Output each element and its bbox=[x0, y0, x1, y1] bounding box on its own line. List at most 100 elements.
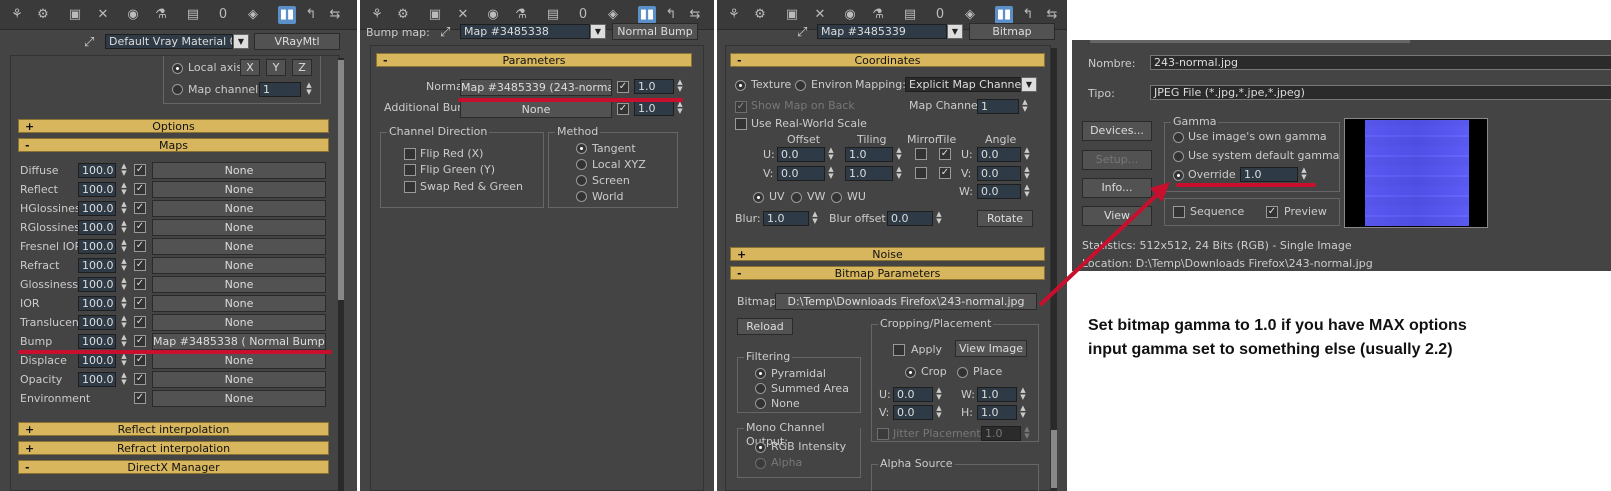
reload-button[interactable]: Reload bbox=[737, 318, 793, 335]
place-radio[interactable] bbox=[957, 367, 968, 378]
scrollbar-thumb[interactable] bbox=[1051, 430, 1057, 488]
map-amount-field[interactable]: 100.0 bbox=[78, 372, 116, 387]
map-name-dropdown[interactable]: ▼ bbox=[590, 24, 606, 39]
map-channel-radio[interactable] bbox=[172, 84, 183, 95]
show-map-on-back-checkbox[interactable]: ✓ bbox=[735, 101, 747, 113]
rgb-intensity-radio[interactable] bbox=[755, 442, 766, 453]
coordinates-rollout[interactable]: - Coordinates bbox=[730, 53, 1045, 67]
view-image-button[interactable]: View Image bbox=[955, 340, 1027, 357]
library-icon[interactable]: ▤ bbox=[901, 6, 919, 24]
axis-x-button[interactable]: X bbox=[240, 59, 260, 76]
map-slot-button[interactable]: None bbox=[152, 238, 326, 255]
map-enable-checkbox[interactable]: ✓ bbox=[134, 297, 146, 309]
unique-icon[interactable]: ⚗ bbox=[512, 6, 530, 24]
material-name-field[interactable]: Default Vray Material 07 bbox=[105, 34, 233, 49]
pick-material-icon[interactable]: ⤢ bbox=[797, 25, 807, 40]
vw-radio[interactable] bbox=[791, 192, 802, 203]
normal-map-button[interactable]: Map #3485339 (243-normal.jpg) bbox=[460, 79, 612, 96]
delete-icon[interactable]: ✕ bbox=[811, 6, 829, 24]
map-amount-field[interactable]: 100.0 bbox=[78, 315, 116, 330]
map-amount-spinner[interactable]: ▲ ▼ bbox=[120, 239, 128, 254]
map-enable-checkbox[interactable]: ✓ bbox=[134, 278, 146, 290]
assign-material-icon[interactable]: ▣ bbox=[426, 6, 444, 24]
go-parent-icon[interactable]: ↰ bbox=[662, 6, 680, 24]
crop-h-spinner[interactable]: ▲ ▼ bbox=[1019, 405, 1027, 420]
local-axis-radio[interactable] bbox=[172, 63, 183, 74]
normal-amount-field[interactable]: 1.0 bbox=[634, 79, 674, 94]
copy-material-icon[interactable]: ◉ bbox=[841, 6, 859, 24]
method-radio[interactable] bbox=[576, 143, 587, 154]
map-amount-spinner[interactable]: ▲ ▼ bbox=[120, 277, 128, 292]
crop-u-field[interactable]: 0.0 bbox=[893, 387, 933, 402]
environ-radio[interactable] bbox=[795, 80, 806, 91]
bitmap-path-button[interactable]: D:\Temp\Downloads Firefox\243-normal.jpg bbox=[775, 293, 1037, 310]
map-enable-checkbox[interactable]: ✓ bbox=[134, 240, 146, 252]
map-slot-button[interactable]: None bbox=[152, 295, 326, 312]
delete-icon[interactable]: ✕ bbox=[454, 6, 472, 24]
map-enable-checkbox[interactable]: ✓ bbox=[134, 335, 146, 347]
maps-rollout[interactable]: - Maps bbox=[18, 138, 329, 152]
u-tiling-field[interactable]: 1.0 bbox=[845, 147, 893, 162]
u-offset-field[interactable]: 0.0 bbox=[777, 147, 825, 162]
library-icon[interactable]: ▤ bbox=[184, 6, 202, 24]
axis-y-button[interactable]: Y bbox=[266, 59, 286, 76]
map-amount-spinner[interactable]: ▲ ▼ bbox=[120, 353, 128, 368]
map-amount-spinner[interactable]: ▲ ▼ bbox=[120, 201, 128, 216]
use-system-gamma-radio[interactable] bbox=[1173, 151, 1184, 162]
override-gamma-field[interactable]: 1.0 bbox=[1240, 167, 1298, 182]
map-slot-button[interactable]: None bbox=[152, 352, 326, 369]
u-tile-checkbox[interactable]: ✓ bbox=[939, 148, 951, 160]
wu-radio[interactable] bbox=[831, 192, 842, 203]
get-material-icon[interactable]: ⚘ bbox=[368, 6, 386, 24]
crop-v-spinner[interactable]: ▲ ▼ bbox=[935, 405, 943, 420]
filter-radio[interactable] bbox=[755, 383, 766, 394]
setup-button[interactable]: Setup... bbox=[1082, 150, 1152, 170]
map-amount-field[interactable]: 100.0 bbox=[78, 163, 116, 178]
map-slot-button[interactable]: None bbox=[152, 371, 326, 388]
map-amount-spinner[interactable]: ▲ ▼ bbox=[120, 163, 128, 178]
copy-material-icon[interactable]: ◉ bbox=[484, 6, 502, 24]
map-type-button[interactable]: Bitmap bbox=[969, 23, 1055, 40]
put-to-scene-icon[interactable]: ⚙ bbox=[751, 6, 769, 24]
parameters-rollout[interactable]: - Parameters bbox=[376, 53, 692, 67]
show-end-result-icon[interactable]: ▮▮ bbox=[638, 6, 656, 24]
map-amount-spinner[interactable]: ▲ ▼ bbox=[120, 315, 128, 330]
go-sibling-icon[interactable]: ⇆ bbox=[686, 6, 704, 24]
map-amount-field[interactable]: 100.0 bbox=[78, 201, 116, 216]
map-slot-button[interactable]: None bbox=[152, 162, 326, 179]
assign-material-icon[interactable]: ▣ bbox=[783, 6, 801, 24]
rotate-button[interactable]: Rotate bbox=[977, 210, 1033, 227]
method-radio[interactable] bbox=[576, 159, 587, 170]
show-in-viewport-icon[interactable]: ◈ bbox=[961, 6, 979, 24]
map-amount-field[interactable]: 100.0 bbox=[78, 296, 116, 311]
go-parent-icon[interactable]: ↰ bbox=[1019, 6, 1037, 24]
real-world-scale-checkbox[interactable] bbox=[735, 118, 747, 130]
method-radio[interactable] bbox=[576, 175, 587, 186]
map-enable-checkbox[interactable]: ✓ bbox=[134, 183, 146, 195]
copy-material-icon[interactable]: ◉ bbox=[124, 6, 142, 24]
texture-radio[interactable] bbox=[735, 80, 746, 91]
map-amount-field[interactable]: 100.0 bbox=[78, 277, 116, 292]
get-material-icon[interactable]: ⚘ bbox=[725, 6, 743, 24]
map-slot-button[interactable]: None bbox=[152, 390, 326, 407]
bitmap-parameters-rollout[interactable]: - Bitmap Parameters bbox=[730, 266, 1045, 280]
map-amount-field[interactable]: 100.0 bbox=[78, 353, 116, 368]
map-amount-field[interactable]: 100.0 bbox=[78, 334, 116, 349]
blur-field[interactable]: 1.0 bbox=[763, 211, 809, 226]
map-slot-button[interactable]: Map #3485338 ( Normal Bump ) bbox=[152, 333, 326, 350]
map-slot-button[interactable]: None bbox=[152, 181, 326, 198]
material-id-icon[interactable]: 0 bbox=[214, 6, 232, 24]
map-amount-spinner[interactable]: ▲ ▼ bbox=[120, 296, 128, 311]
map-amount-spinner[interactable]: ▲ ▼ bbox=[120, 220, 128, 235]
put-to-scene-icon[interactable]: ⚙ bbox=[394, 6, 412, 24]
v-tiling-field[interactable]: 1.0 bbox=[845, 166, 893, 181]
assign-material-icon[interactable]: ▣ bbox=[66, 6, 84, 24]
map-channel-field[interactable]: 1 bbox=[259, 82, 301, 97]
map-slot-button[interactable]: None bbox=[152, 276, 326, 293]
flip-green-checkbox[interactable] bbox=[404, 164, 416, 176]
crop-u-spinner[interactable]: ▲ ▼ bbox=[935, 387, 943, 402]
refract-interpolation-rollout[interactable]: + Refract interpolation bbox=[18, 441, 329, 455]
scrollbar-thumb[interactable] bbox=[338, 60, 344, 300]
method-radio[interactable] bbox=[576, 191, 587, 202]
map-amount-field[interactable]: 100.0 bbox=[78, 182, 116, 197]
